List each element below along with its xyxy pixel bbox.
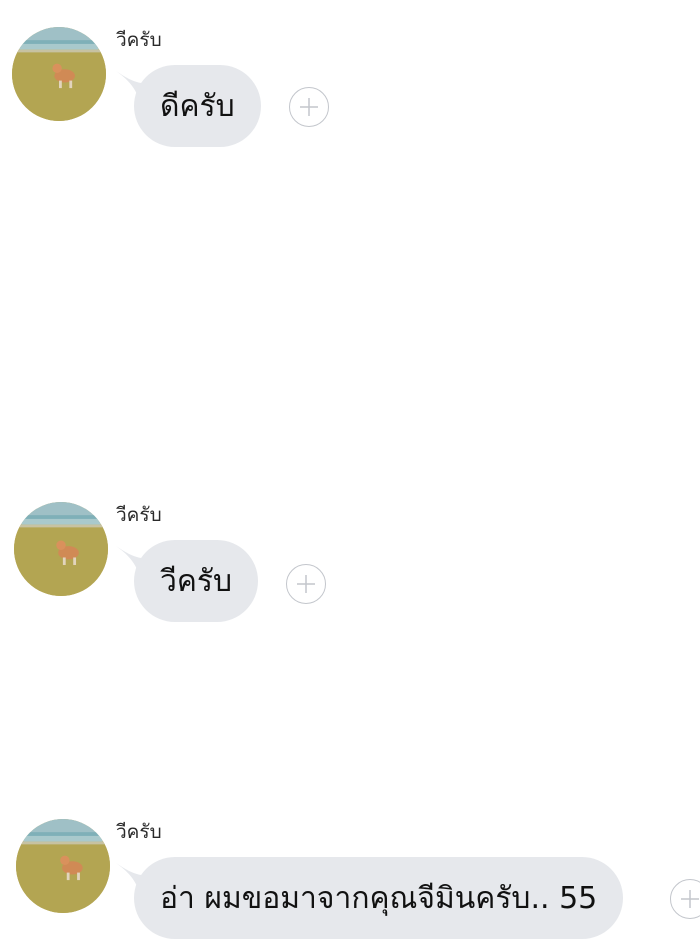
sender-avatar[interactable] xyxy=(16,819,110,913)
sender-name: วีครับ xyxy=(116,821,162,843)
chat-message: วีครับ อ่า ผมขอมาจากคุณจีมินครับ.. 55 xyxy=(0,817,700,947)
dog-on-grass-avatar xyxy=(16,819,110,913)
chat-message: วีครับ ดีครับ xyxy=(0,25,700,155)
plus-circle-icon xyxy=(297,575,315,593)
add-reaction-button[interactable] xyxy=(286,564,326,604)
message-bubble[interactable]: ดีครับ xyxy=(134,65,261,147)
message-bubble[interactable]: อ่า ผมขอมาจากคุณจีมินครับ.. 55 xyxy=(134,857,624,939)
plus-circle-icon xyxy=(681,890,699,908)
sender-avatar[interactable] xyxy=(12,27,106,121)
sender-name: วีครับ xyxy=(116,504,162,526)
add-reaction-button[interactable] xyxy=(670,879,700,919)
dog-on-grass-avatar xyxy=(12,27,106,121)
chat-message: วีครับ วีครับ xyxy=(0,500,700,630)
plus-circle-icon xyxy=(300,98,318,116)
message-bubble[interactable]: วีครับ xyxy=(134,540,259,622)
dog-on-grass-avatar xyxy=(14,502,108,596)
sender-name: วีครับ xyxy=(116,29,162,51)
sender-avatar[interactable] xyxy=(14,502,108,596)
add-reaction-button[interactable] xyxy=(289,87,329,127)
